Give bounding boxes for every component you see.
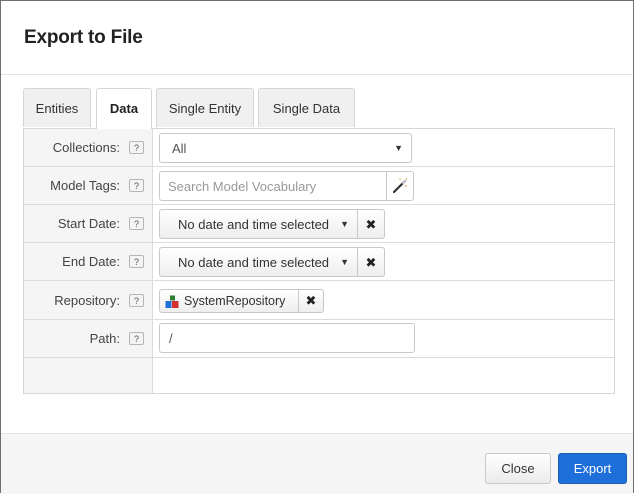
tab-data[interactable]: Data: [96, 88, 152, 129]
export-button[interactable]: Export: [558, 453, 627, 484]
close-icon: ✖: [365, 217, 377, 232]
end-date-clear-button[interactable]: ✖: [357, 247, 385, 277]
end-date-row: End Date: ? No date and time selected ▼ …: [24, 243, 614, 281]
start-date-row: Start Date: ? No date and time selected …: [24, 205, 614, 243]
repository-chip[interactable]: SystemRepository: [159, 289, 299, 313]
repository-value: SystemRepository: [184, 294, 286, 308]
path-label: Path:: [89, 331, 120, 346]
start-date-label-cell: Start Date: ?: [24, 205, 153, 242]
path-row: Path: ? /: [24, 320, 614, 358]
end-date-value: No date and time selected: [178, 255, 330, 270]
end-date-label-cell: End Date: ?: [24, 243, 153, 280]
collections-help-icon[interactable]: ?: [129, 141, 144, 154]
collections-label: Collections:: [52, 140, 120, 155]
collections-label-cell: Collections: ?: [24, 129, 153, 166]
dialog-title: Export to File: [24, 27, 143, 48]
end-date-label: End Date:: [62, 254, 120, 269]
caret-down-icon: ▼: [340, 219, 349, 229]
model-tags-search-input[interactable]: Search Model Vocabulary: [159, 171, 387, 201]
repository-help-icon[interactable]: ?: [129, 294, 144, 307]
model-tags-label: Model Tags:: [50, 178, 120, 193]
path-label-cell: Path: ?: [24, 320, 153, 357]
repository-label: Repository:: [54, 293, 120, 308]
start-date-label: Start Date:: [57, 216, 120, 231]
start-date-value: No date and time selected: [178, 217, 330, 232]
magic-wand-icon: [392, 178, 408, 194]
close-icon: ✖: [305, 293, 317, 308]
close-icon: ✖: [365, 255, 377, 270]
dropdown-arrow-icon: ▼: [394, 143, 403, 153]
end-date-dropdown-button[interactable]: No date and time selected ▼: [159, 247, 358, 277]
model-tags-label-cell: Model Tags: ?: [24, 167, 153, 204]
collections-select-value: All: [172, 141, 187, 156]
dialog-footer: Close Export: [1, 433, 633, 494]
path-value: /: [169, 331, 173, 346]
model-tags-row: Model Tags: ? Search Model Vocabulary: [24, 167, 614, 205]
tab-single-entity[interactable]: Single Entity: [156, 88, 254, 127]
model-tags-placeholder: Search Model Vocabulary: [168, 179, 317, 194]
dialog-header: Export to File: [1, 1, 633, 75]
export-form: Collections: ? All ▼ Model Tags: ? Searc…: [23, 129, 615, 394]
tab-entities[interactable]: Entities: [23, 88, 91, 127]
magic-wand-button[interactable]: [386, 171, 414, 201]
end-date-help-icon[interactable]: ?: [129, 255, 144, 268]
collections-row: Collections: ? All ▼: [24, 129, 614, 167]
repository-label-cell: Repository: ?: [24, 281, 153, 319]
collections-select[interactable]: All ▼: [159, 133, 412, 163]
form-filler: [24, 358, 153, 393]
tab-bar: Entities Data Single Entity Single Data: [23, 88, 615, 129]
start-date-clear-button[interactable]: ✖: [357, 209, 385, 239]
close-button[interactable]: Close: [485, 453, 551, 484]
repository-clear-button[interactable]: ✖: [298, 289, 324, 313]
path-help-icon[interactable]: ?: [129, 332, 144, 345]
export-dialog: Export to File Entities Data Single Enti…: [0, 0, 634, 494]
repository-row: Repository: ? SystemRepository ✖: [24, 281, 614, 320]
caret-down-icon: ▼: [340, 257, 349, 267]
model-tags-help-icon[interactable]: ?: [129, 179, 144, 192]
start-date-help-icon[interactable]: ?: [129, 217, 144, 230]
repository-icon: [165, 295, 179, 308]
start-date-dropdown-button[interactable]: No date and time selected ▼: [159, 209, 358, 239]
path-input[interactable]: /: [159, 323, 415, 353]
tab-single-data[interactable]: Single Data: [258, 88, 355, 127]
